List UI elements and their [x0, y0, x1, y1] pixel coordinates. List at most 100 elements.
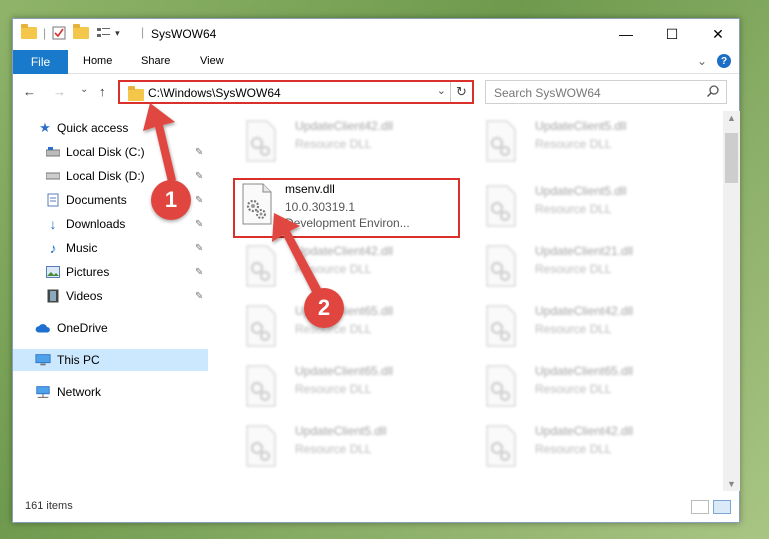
- network-icon: [35, 385, 51, 399]
- ribbon-controls: ⌄ ?: [697, 54, 731, 68]
- recent-locations-button[interactable]: ⌄: [80, 84, 88, 95]
- pin-icon[interactable]: ✎: [195, 219, 203, 230]
- pin-icon[interactable]: ✎: [195, 291, 203, 302]
- videos-icon: [45, 289, 61, 303]
- search-input[interactable]: Search SysWOW64: [494, 86, 601, 100]
- file-tile[interactable]: UpdateClient5.dll Resource DLL: [473, 180, 703, 236]
- file-tile[interactable]: UpdateClient65.dll Resource DLL: [233, 360, 463, 416]
- step-badge-2: 2: [304, 288, 344, 328]
- file-name: UpdateClient5.dll: [295, 424, 387, 438]
- file-name: UpdateClient21.dll: [535, 244, 634, 258]
- up-button[interactable]: ↑: [99, 84, 106, 99]
- minimize-button[interactable]: —: [603, 19, 649, 49]
- file-type: Resource DLL: [535, 137, 612, 151]
- sidebar-item-network[interactable]: Network: [13, 381, 208, 403]
- file-type: Resource DLL: [295, 137, 372, 151]
- tab-home[interactable]: Home: [83, 55, 112, 67]
- title-bar: | ▾ | SysWOW64 — ☐ ✕: [13, 19, 739, 49]
- sidebar-item-label: Videos: [66, 289, 103, 303]
- file-tile[interactable]: UpdateClient65.dll Resource DLL: [233, 300, 463, 356]
- file-name: UpdateClient42.dll: [295, 119, 394, 133]
- refresh-button[interactable]: ↻: [450, 82, 472, 102]
- file-explorer-window: | ▾ | SysWOW64 — ☐ ✕ File Home Share Vie…: [12, 18, 740, 523]
- file-name: msenv.dll: [285, 182, 335, 196]
- file-tile[interactable]: UpdateClient42.dll Resource DLL: [473, 300, 703, 356]
- sidebar-item-quick-access[interactable]: ★ Quick access: [13, 117, 208, 139]
- customize-toolbar-icon[interactable]: ▾: [115, 28, 120, 39]
- pin-icon[interactable]: ✎: [195, 171, 203, 182]
- dll-file-icon: [486, 245, 516, 287]
- folder-icon: [21, 24, 37, 39]
- help-icon[interactable]: ?: [717, 54, 731, 68]
- toolbar-divider: |: [43, 26, 47, 40]
- file-type: Resource DLL: [295, 262, 372, 276]
- close-button[interactable]: ✕: [695, 19, 741, 49]
- file-name: UpdateClient65.dll: [295, 364, 394, 378]
- sidebar-item-label: Network: [57, 385, 102, 399]
- sidebar-item-onedrive[interactable]: OneDrive: [13, 317, 208, 339]
- navigation-bar: ← → ⌄ ↑ C:\Windows\SysWOW64 ⌄ ↻ Search S…: [13, 75, 739, 109]
- file-type: Resource DLL: [535, 202, 612, 216]
- file-tile[interactable]: UpdateClient42.dll Resource DLL: [233, 115, 463, 171]
- scroll-up-icon[interactable]: ▲: [727, 113, 736, 123]
- quick-access-toolbar: | ▾: [21, 24, 120, 40]
- search-box[interactable]: Search SysWOW64: [485, 80, 727, 104]
- search-icon[interactable]: [706, 84, 720, 98]
- vertical-scrollbar[interactable]: ▲ ▼: [723, 111, 740, 491]
- title-divider: |: [141, 25, 145, 39]
- file-type: Development Environ...: [285, 216, 410, 230]
- tab-share[interactable]: Share: [141, 55, 170, 67]
- sidebar-item-label: OneDrive: [57, 321, 108, 335]
- address-dropdown-icon[interactable]: ⌄: [437, 84, 446, 97]
- scroll-down-icon[interactable]: ▼: [727, 479, 736, 489]
- sidebar-item-this-pc[interactable]: This PC: [13, 349, 208, 371]
- file-tile-msenv[interactable]: msenv.dll 10.0.30319.1 Development Envir…: [233, 178, 460, 238]
- sidebar-item-videos[interactable]: Videos ✎: [13, 285, 208, 307]
- file-type: Resource DLL: [535, 382, 612, 396]
- dll-file-icon: [246, 245, 276, 287]
- tab-file[interactable]: File: [13, 50, 68, 74]
- address-bar[interactable]: C:\Windows\SysWOW64 ⌄ ↻: [118, 80, 474, 104]
- file-tile[interactable]: UpdateClient42.dll Resource DLL: [473, 420, 703, 476]
- pin-icon[interactable]: ✎: [195, 147, 203, 158]
- tiles-view-button[interactable]: [713, 500, 731, 514]
- file-type: Resource DLL: [295, 442, 372, 456]
- properties-icon[interactable]: [52, 26, 66, 40]
- new-folder-icon[interactable]: [73, 24, 90, 39]
- step-badge-1: 1: [151, 180, 191, 220]
- sidebar-item-local-disk-c[interactable]: Local Disk (C:) ✎: [13, 141, 208, 163]
- pin-icon[interactable]: ✎: [195, 267, 203, 278]
- maximize-button[interactable]: ☐: [649, 19, 695, 49]
- sidebar-item-music[interactable]: ♪ Music ✎: [13, 237, 208, 259]
- dll-file-icon: [246, 305, 276, 347]
- sidebar-item-label: Downloads: [66, 217, 126, 231]
- pin-icon[interactable]: ✎: [195, 195, 203, 206]
- forward-button[interactable]: →: [53, 84, 66, 99]
- back-button[interactable]: ←: [23, 84, 36, 99]
- file-name: UpdateClient42.dll: [535, 424, 634, 438]
- address-path[interactable]: C:\Windows\SysWOW64: [148, 86, 281, 100]
- file-type: Resource DLL: [535, 442, 612, 456]
- window-title: SysWOW64: [151, 27, 217, 41]
- file-tile[interactable]: UpdateClient5.dll Resource DLL: [473, 115, 703, 171]
- view-options-icon[interactable]: [96, 26, 112, 40]
- tab-view[interactable]: View: [200, 55, 224, 67]
- drive-icon: [45, 145, 61, 159]
- details-view-button[interactable]: [691, 500, 709, 514]
- file-name: UpdateClient5.dll: [535, 184, 627, 198]
- sidebar-item-label: Documents: [66, 193, 127, 207]
- file-tile[interactable]: UpdateClient5.dll Resource DLL: [233, 420, 463, 476]
- file-tile[interactable]: UpdateClient65.dll Resource DLL: [473, 360, 703, 416]
- file-tile[interactable]: UpdateClient42.dll Resource DLL: [233, 240, 463, 296]
- file-type: Resource DLL: [535, 262, 612, 276]
- sidebar-item-label: Music: [66, 241, 98, 255]
- file-tile[interactable]: UpdateClient21.dll Resource DLL: [473, 240, 703, 296]
- pin-icon[interactable]: ✎: [195, 243, 203, 254]
- sidebar-item-pictures[interactable]: Pictures ✎: [13, 261, 208, 283]
- scroll-thumb[interactable]: [725, 133, 738, 183]
- file-list: UpdateClient42.dll Resource DLL UpdateCl…: [221, 111, 721, 491]
- sidebar-item-label: Quick access: [57, 121, 129, 135]
- navigation-pane: ★ Quick access Local Disk (C:) ✎ Local D…: [13, 111, 208, 491]
- expand-ribbon-icon[interactable]: ⌄: [697, 54, 707, 68]
- file-type: Resource DLL: [295, 382, 372, 396]
